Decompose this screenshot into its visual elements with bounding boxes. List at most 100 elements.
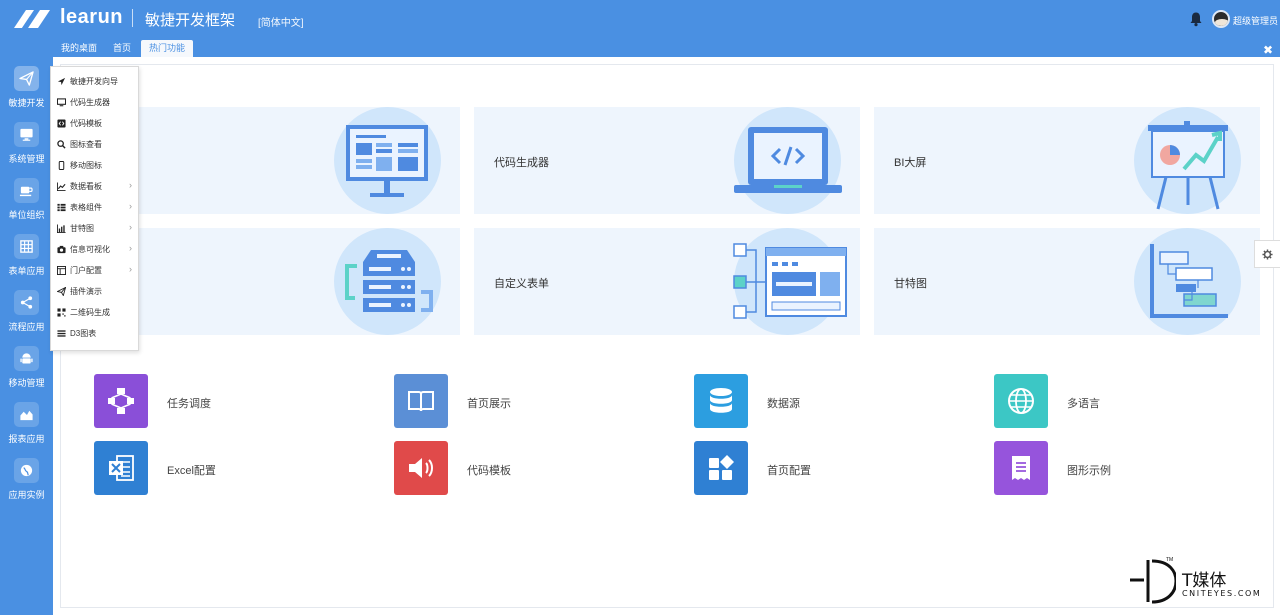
menu-item-code-generator[interactable]: 代码生成器 bbox=[51, 92, 140, 113]
shortcut-multi-language[interactable]: 多语言 bbox=[994, 374, 1254, 428]
sidebar-item-forms[interactable]: 表单应用 bbox=[0, 234, 53, 290]
location-arrow-icon bbox=[57, 77, 66, 86]
server-sync-illustration bbox=[345, 250, 433, 312]
code-square-icon bbox=[57, 119, 66, 128]
feature-card-label: 自定义表单 bbox=[494, 278, 549, 290]
bar-chart-icon bbox=[57, 224, 66, 233]
learun-logo-icon bbox=[14, 10, 50, 28]
chevron-right-icon: › bbox=[129, 201, 132, 211]
shortcut-label: 代码模板 bbox=[467, 465, 511, 477]
shortcut-label: Excel配置 bbox=[167, 465, 216, 477]
menu-item-gantt[interactable]: 甘特图 › bbox=[51, 218, 140, 239]
language-switch[interactable]: [简体中文] bbox=[258, 14, 304, 29]
media-logo-icon bbox=[1130, 559, 1176, 604]
menu-item-d3-charts[interactable]: D3图表 bbox=[51, 323, 140, 344]
sidebar-item-label: 移动管理 bbox=[8, 378, 45, 388]
menu-item-plugin-demo[interactable]: 插件演示 bbox=[51, 281, 140, 302]
menu-item-agile-wizard[interactable]: 敏捷开发向导 bbox=[51, 71, 140, 92]
shortcut-excel-config[interactable]: Excel配置 bbox=[94, 441, 354, 495]
coffee-cup-icon bbox=[14, 178, 39, 203]
database-icon bbox=[694, 374, 748, 428]
sidebar-item-system[interactable]: 系统管理 bbox=[0, 122, 53, 178]
line-chart-icon bbox=[57, 182, 66, 191]
tab-home[interactable]: 首页 bbox=[105, 40, 139, 57]
chevron-right-icon: › bbox=[129, 243, 132, 253]
window-icon bbox=[57, 266, 66, 275]
app-title: 敏捷开发框架 bbox=[145, 12, 236, 29]
brand-separator bbox=[132, 9, 133, 27]
area-chart-icon bbox=[14, 402, 39, 427]
watermark-title: T媒体 bbox=[1182, 571, 1227, 591]
bell-icon[interactable] bbox=[1188, 11, 1204, 27]
shortcut-home-display[interactable]: 首页展示 bbox=[394, 374, 654, 428]
mobile-icon bbox=[58, 161, 65, 170]
shortcut-label: 图形示例 bbox=[1067, 465, 1111, 477]
dashboard-monitor-illustration bbox=[346, 125, 428, 197]
sidebar-item-label: 单位组织 bbox=[8, 210, 45, 220]
list-table-icon bbox=[57, 203, 66, 212]
sidebar-item-examples[interactable]: 应用实例 bbox=[0, 458, 53, 514]
trademark-mark: TM bbox=[1166, 557, 1174, 563]
table-grid-icon bbox=[14, 234, 39, 259]
presentation-board-illustration bbox=[1148, 121, 1228, 210]
globe-icon bbox=[994, 374, 1048, 428]
top-header: learun 敏捷开发框架 [简体中文] 超级管理员 bbox=[0, 0, 1280, 38]
menu-item-qrcode-generator[interactable]: 二维码生成 bbox=[51, 302, 140, 323]
bars-icon bbox=[57, 330, 66, 337]
shortcut-label: 数据源 bbox=[767, 398, 800, 410]
shortcut-data-source[interactable]: 数据源 bbox=[694, 374, 954, 428]
feature-card-code-generator[interactable]: 代码生成器 bbox=[474, 107, 860, 214]
workflow-icon bbox=[94, 374, 148, 428]
brand-name: learun bbox=[60, 6, 124, 28]
menu-item-table-components[interactable]: 表格组件 › bbox=[51, 197, 140, 218]
desktop-icon bbox=[57, 98, 66, 107]
sidebar: 敏捷开发 系统管理 单位组织 表单应用 流程应用 移动管理 报表应用 应用实例 bbox=[0, 38, 53, 615]
receipt-icon bbox=[994, 441, 1048, 495]
feature-card-label: BI大屏 bbox=[894, 157, 927, 169]
sidebar-item-reports[interactable]: 报表应用 bbox=[0, 402, 53, 458]
paper-plane-icon bbox=[14, 66, 39, 91]
menu-item-data-board[interactable]: 数据看板 › bbox=[51, 176, 140, 197]
tab-hot-features[interactable]: 热门功能 bbox=[141, 40, 194, 57]
gantt-chart-illustration bbox=[1150, 244, 1228, 318]
form-builder-illustration bbox=[733, 243, 847, 319]
shortcut-chart-examples[interactable]: 图形示例 bbox=[994, 441, 1254, 495]
sidebar-item-agile-dev[interactable]: 敏捷开发 bbox=[0, 66, 53, 122]
settings-tab[interactable] bbox=[1254, 240, 1280, 268]
sidebar-item-label: 流程应用 bbox=[8, 322, 45, 332]
sidebar-item-organization[interactable]: 单位组织 bbox=[0, 178, 53, 234]
shortcut-task-scheduling[interactable]: 任务调度 bbox=[94, 374, 354, 428]
chevron-right-icon: › bbox=[129, 180, 132, 190]
sidebar-item-label: 系统管理 bbox=[8, 154, 45, 164]
avatar[interactable] bbox=[1212, 10, 1230, 28]
shortcut-home-config[interactable]: 首页配置 bbox=[694, 441, 954, 495]
feature-card-label: 甘特图 bbox=[894, 278, 927, 290]
qrcode-icon bbox=[57, 308, 66, 317]
widgets-icon bbox=[694, 441, 748, 495]
feature-card-custom-form[interactable]: 自定义表单 bbox=[474, 228, 860, 335]
chevron-right-icon: › bbox=[129, 264, 132, 274]
menu-item-info-visualization[interactable]: 信息可视化 › bbox=[51, 239, 140, 260]
feature-card-label: 代码生成器 bbox=[494, 157, 549, 169]
username[interactable]: 超级管理员 bbox=[1233, 14, 1278, 27]
shortcut-label: 多语言 bbox=[1067, 398, 1100, 410]
shortcut-label: 任务调度 bbox=[167, 398, 211, 410]
feature-card-gantt[interactable]: 甘特图 bbox=[874, 228, 1260, 335]
menu-item-mobile-icons[interactable]: 移动图标 bbox=[51, 155, 140, 176]
android-icon bbox=[14, 346, 39, 371]
menu-item-code-template[interactable]: 代码模板 bbox=[51, 113, 140, 134]
media-watermark: TM T媒体 CNITEYES.COM bbox=[1130, 556, 1275, 606]
tab-desktop[interactable]: 我的桌面 bbox=[53, 40, 105, 57]
book-icon bbox=[394, 374, 448, 428]
gear-icon bbox=[1262, 249, 1273, 260]
menu-item-icon-viewer[interactable]: 图标查看 bbox=[51, 134, 140, 155]
menu-item-portal-config[interactable]: 门户配置 › bbox=[51, 260, 140, 281]
feature-card-bi-screen[interactable]: BI大屏 bbox=[874, 107, 1260, 214]
sidebar-item-mobile[interactable]: 移动管理 bbox=[0, 346, 53, 402]
fullscreen-icon[interactable]: ✖ bbox=[1262, 44, 1274, 56]
sidebar-item-workflow[interactable]: 流程应用 bbox=[0, 290, 53, 346]
sidebar-item-label: 敏捷开发 bbox=[8, 98, 45, 108]
chevron-right-icon: › bbox=[129, 222, 132, 232]
shortcut-label: 首页展示 bbox=[467, 398, 511, 410]
shortcut-code-template[interactable]: 代码模板 bbox=[394, 441, 654, 495]
